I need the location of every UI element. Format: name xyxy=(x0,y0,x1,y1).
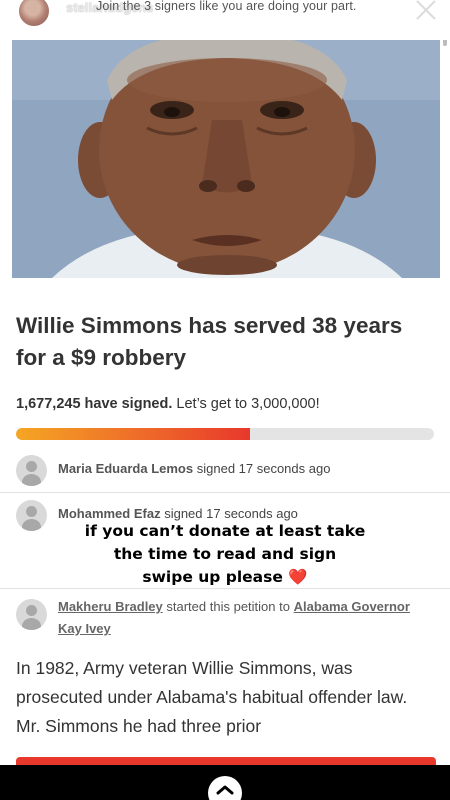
story-caption: if you can’t donate at least take the ti… xyxy=(0,520,450,589)
petition-description: In 1982, Army veteran Willie Simmons, wa… xyxy=(16,658,408,736)
progress-fill xyxy=(16,428,251,440)
caption-line-2: the time to read and sign xyxy=(113,545,337,563)
user-avatar-icon xyxy=(16,455,47,486)
signed-count: 1,677,245 have signed. xyxy=(16,396,173,412)
signer-action: signed 17 seconds ago xyxy=(196,461,331,476)
caption-line-1: if you can’t donate at least take xyxy=(84,522,366,540)
signer-name: Maria Eduarda Lemos xyxy=(58,461,194,476)
starter-name-link[interactable]: Makheru Bradley xyxy=(58,599,163,614)
divider xyxy=(0,492,450,493)
petition-title: Willie Simmons has served 38 years for a… xyxy=(16,313,403,370)
goal-text: Let’s get to 3,000,000! xyxy=(176,396,320,412)
signature-progress-bar xyxy=(16,428,434,440)
swipe-up-button[interactable] xyxy=(208,776,242,800)
story-avatar[interactable] xyxy=(17,0,51,28)
petition-photo xyxy=(12,40,440,278)
signer-action: signed 17 seconds ago xyxy=(164,506,298,521)
starter-action: started this petition to xyxy=(166,599,290,614)
chevron-up-icon xyxy=(216,785,234,795)
story-frame: stellahudgens Join the 3 signers like yo… xyxy=(0,0,450,800)
story-overlay-text: Join the 3 signers like you are doing yo… xyxy=(96,0,357,13)
signature-count: 1,677,245 have signed. Let’s get to 3,00… xyxy=(16,396,320,412)
caption-line-3: swipe up please xyxy=(142,568,283,586)
close-icon[interactable] xyxy=(414,0,438,22)
recent-signer: Maria Eduarda Lemos signed 17 seconds ag… xyxy=(16,455,436,489)
story-header: stellahudgens Join the 3 signers like yo… xyxy=(0,0,450,40)
heart-icon: ❤️ xyxy=(288,568,308,586)
signer-name: Mohammed Efaz xyxy=(58,506,161,521)
user-avatar-icon xyxy=(16,599,47,630)
